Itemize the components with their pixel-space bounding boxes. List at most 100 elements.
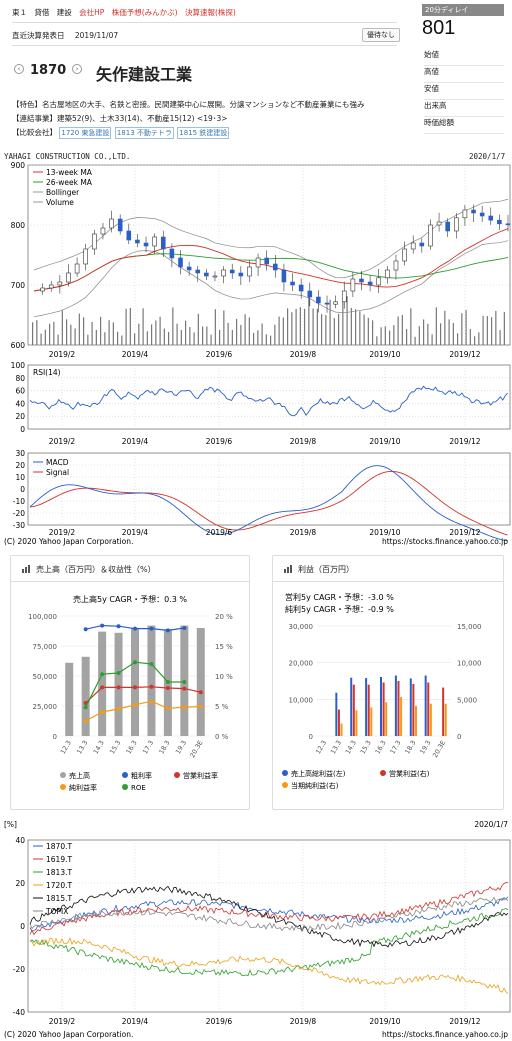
margin-point bbox=[198, 704, 203, 709]
volume-bar bbox=[210, 334, 212, 345]
candle-body bbox=[488, 215, 494, 221]
volume-bar bbox=[168, 331, 170, 345]
candle-body bbox=[350, 278, 356, 292]
volume-bar bbox=[291, 312, 293, 345]
compare-link-1815[interactable]: 1815 鉄建建設 bbox=[177, 127, 230, 139]
volume-bar bbox=[125, 308, 127, 345]
candle-body bbox=[410, 242, 416, 250]
copyright-right: https://stocks.finance.yahoo.co.jp bbox=[382, 537, 508, 546]
earnings-link[interactable]: 決算速報(株探) bbox=[185, 8, 236, 17]
margin-point bbox=[133, 702, 137, 707]
legend-label: 1619.T bbox=[46, 855, 72, 864]
profit-bar bbox=[382, 682, 385, 736]
legend-label: 営業利益(右) bbox=[389, 769, 430, 778]
volume-bar bbox=[44, 329, 46, 345]
y2-tick-label: 5 % bbox=[215, 703, 229, 711]
candle-body bbox=[462, 209, 468, 219]
top-nav: 東１ 貸借 建設 会社HP 株価予想(みんかぶ) 決算速報(株探) bbox=[12, 7, 241, 18]
op-profit-cagr: 営利5y CAGR・予想：-3.0 % bbox=[285, 592, 394, 602]
compare-link-1720[interactable]: 1720 東急建設 bbox=[59, 127, 112, 139]
candle-body bbox=[117, 218, 123, 232]
benefit-button[interactable]: 優待なし bbox=[362, 28, 400, 42]
cmp-y-tick: 40 bbox=[15, 836, 25, 845]
volume-bar bbox=[401, 314, 403, 345]
forecast-link[interactable]: 株価予想(みんかぶ) bbox=[112, 8, 178, 17]
profit-bar bbox=[355, 710, 358, 736]
volume-bar bbox=[270, 335, 272, 345]
y2-tick-label: 20 % bbox=[215, 613, 233, 621]
x-tick-label: 16.3 bbox=[125, 739, 139, 756]
x-tick-label: 20.3E bbox=[188, 739, 204, 759]
macd-y-tick: 30 bbox=[15, 449, 25, 458]
volume-bar bbox=[108, 320, 110, 345]
margin-point bbox=[165, 706, 170, 711]
volume-bar bbox=[40, 333, 42, 345]
candle-body bbox=[66, 272, 71, 283]
profit-bar bbox=[370, 707, 373, 736]
margin-point bbox=[100, 685, 105, 690]
revenue-cagr: 売上高5y CAGR・予想：0.3 % bbox=[73, 594, 187, 604]
volume-bar bbox=[499, 330, 501, 345]
volume-bar bbox=[74, 328, 76, 345]
prev-icon[interactable]: ‹ bbox=[14, 64, 24, 74]
volume-bar bbox=[227, 322, 229, 345]
compare-link-1813[interactable]: 1813 不動テトラ bbox=[114, 127, 174, 139]
x-tick-label: 19.3 bbox=[174, 739, 188, 756]
legend-ma13: 13-week MA bbox=[46, 168, 93, 177]
volume-bar bbox=[95, 329, 97, 345]
volume-bar bbox=[197, 313, 199, 345]
revenue-bar bbox=[147, 625, 156, 736]
volume-bar bbox=[486, 316, 488, 345]
candle-body bbox=[152, 236, 157, 247]
candle-body bbox=[169, 248, 175, 259]
volume-bar bbox=[206, 326, 208, 345]
margin-point bbox=[116, 685, 121, 690]
rsi-y-tick: 100 bbox=[11, 361, 26, 370]
copyright-left: (C) 2020 Yahoo Japan Corporation. bbox=[4, 537, 133, 546]
x-tick-label: 15.3 bbox=[108, 739, 122, 756]
margin-label: 貸借 bbox=[34, 8, 50, 17]
legend-label: 1815.T bbox=[46, 894, 72, 903]
revenue-card: 売上高（百万円）＆収益性（%） 売上高5y CAGR・予想：0.3 % 100,… bbox=[10, 555, 250, 810]
volume-bar bbox=[325, 314, 327, 345]
profit-bar bbox=[350, 677, 353, 736]
delay-label: 20分ディレイ bbox=[422, 4, 504, 16]
candle-body bbox=[471, 209, 476, 214]
profit-bar bbox=[352, 684, 355, 736]
volume-bar bbox=[142, 308, 144, 345]
next-icon[interactable]: › bbox=[72, 64, 82, 74]
candle-body bbox=[195, 269, 201, 274]
x-tick-label: 13.3 bbox=[329, 739, 343, 756]
x-tick-label: 2019/2 bbox=[49, 528, 76, 537]
macd-y-tick: -10 bbox=[13, 497, 25, 506]
legend-dot bbox=[174, 772, 180, 778]
company-hp-link[interactable]: 会社HP bbox=[79, 8, 104, 17]
x-tick-label: 2019/12 bbox=[449, 1017, 480, 1026]
y2-tick-label: 0 bbox=[457, 733, 461, 741]
y-tick-label: 20,000 bbox=[289, 660, 314, 668]
x-tick-label: 2019/6 bbox=[206, 350, 233, 359]
volume-bar bbox=[49, 323, 51, 345]
volume-bar bbox=[503, 312, 505, 345]
y-tick-label: 0 bbox=[53, 733, 57, 741]
volume-bar bbox=[112, 322, 114, 345]
x-tick-label: 14.3 bbox=[344, 739, 358, 756]
volume-bar bbox=[253, 332, 255, 345]
macd-y-tick: 10 bbox=[15, 473, 25, 482]
candle-body bbox=[238, 272, 244, 277]
profit-bar bbox=[385, 702, 388, 736]
stat-volume: 出来高 bbox=[424, 100, 504, 117]
volume-bar bbox=[146, 331, 148, 345]
comparison-copyright-right: https://stocks.finance.yahoo.co.jp bbox=[382, 1030, 508, 1039]
compare-row: 【比較会社】 1720 東急建設 1813 不動テトラ 1815 鉄建建設 bbox=[12, 127, 230, 139]
rsi-y-tick: 40 bbox=[15, 399, 25, 408]
volume-bar bbox=[83, 317, 85, 345]
volume-bar bbox=[363, 314, 365, 345]
bar-chart-icon bbox=[22, 565, 30, 573]
rsi-panel: RSI(14) 100 80 60 40 20 0 bbox=[11, 361, 511, 434]
y2-tick-label: 10 % bbox=[215, 673, 233, 681]
margin-point bbox=[182, 705, 187, 710]
net-profit-cagr: 純利5y CAGR・予想：-0.9 % bbox=[285, 604, 394, 614]
y2-tick-label: 15,000 bbox=[457, 623, 482, 631]
volume-bar bbox=[444, 310, 446, 345]
